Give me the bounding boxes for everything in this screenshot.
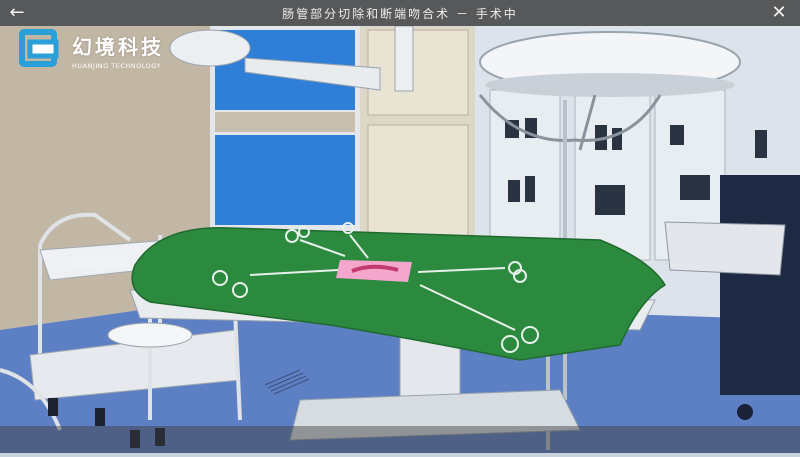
back-arrow-icon[interactable]: ← <box>6 2 28 24</box>
logo-chinese-name: 幻境科技 <box>72 34 164 59</box>
page-title: 肠管部分切除和断端吻合术 － 手术中 <box>282 6 518 21</box>
logo-icon <box>19 29 59 67</box>
company-logo: 幻境科技 HUANJING TECHNOLOGY <box>18 28 164 72</box>
title-bar: ← 肠管部分切除和断端吻合术 － 手术中 ✕ <box>0 0 800 26</box>
light-arm <box>394 25 414 92</box>
bottom-bar <box>0 426 800 453</box>
close-icon[interactable]: ✕ <box>768 2 790 24</box>
logo-english-name: HUANJING TECHNOLOGY <box>72 61 161 70</box>
